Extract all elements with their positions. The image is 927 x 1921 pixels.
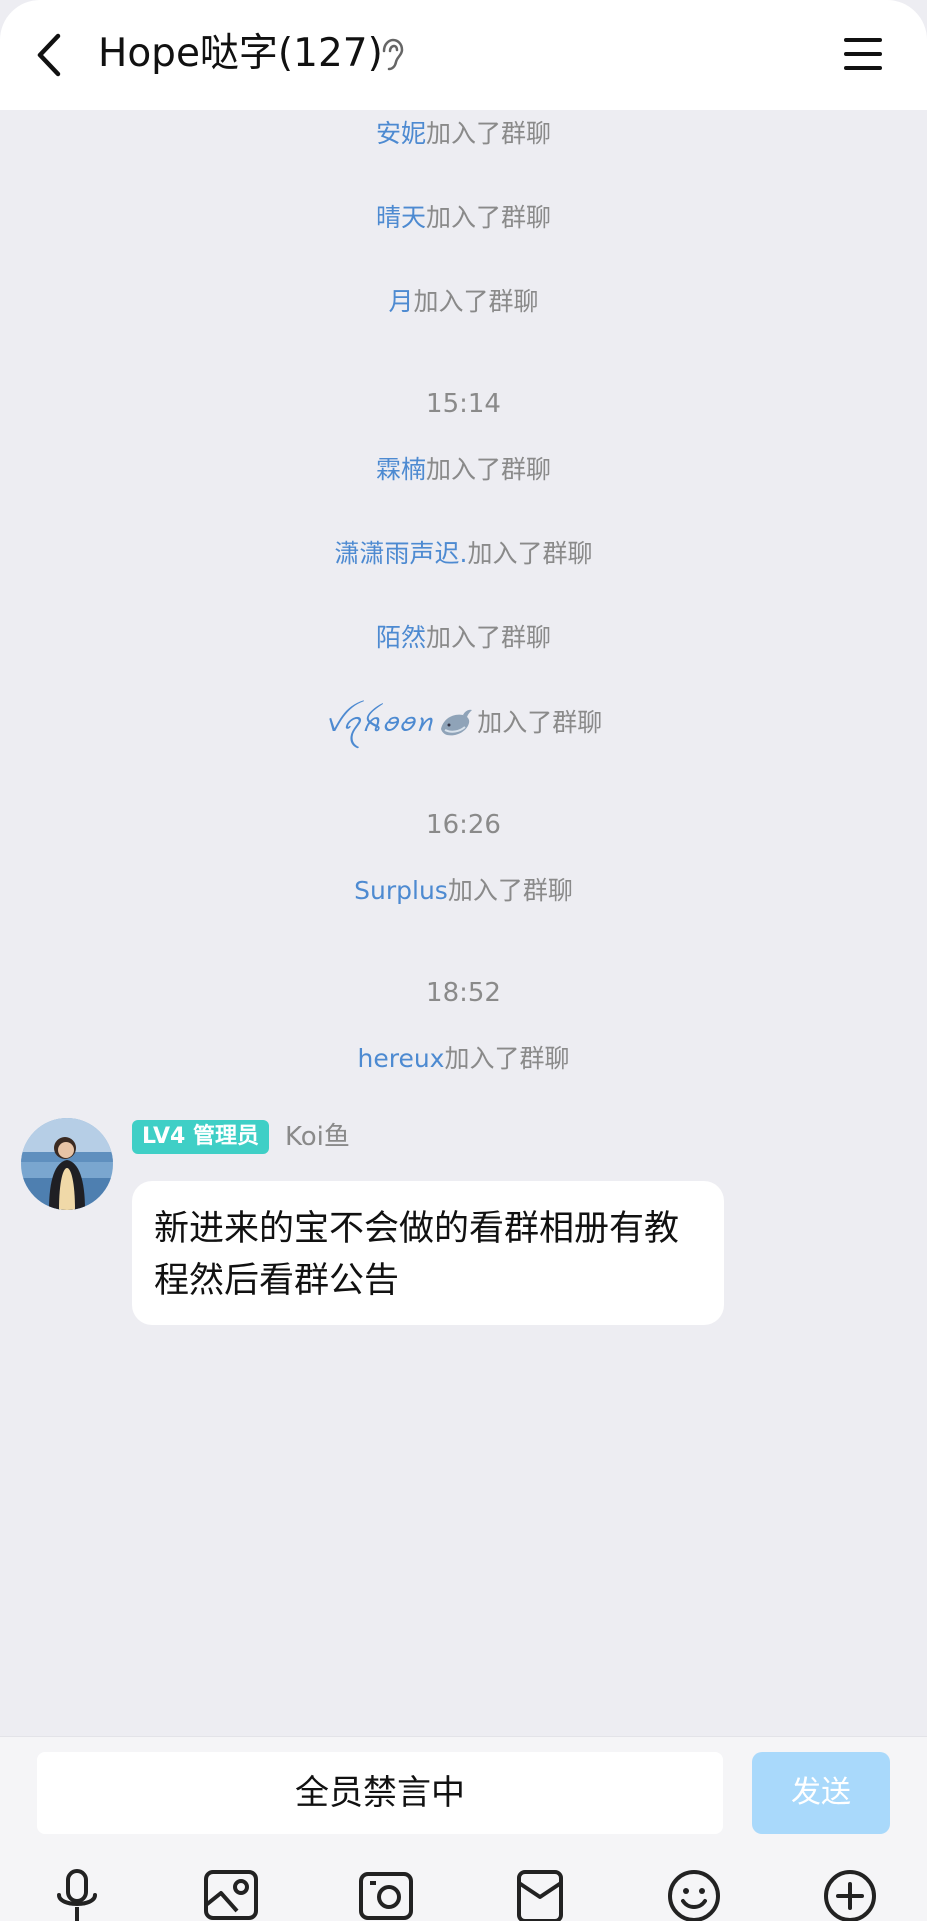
send-button[interactable]: 发送 (752, 1752, 890, 1834)
muted-status-field: 全员禁言中 (37, 1752, 723, 1834)
red-packet-icon[interactable] (510, 1867, 570, 1921)
plus-icon[interactable] (820, 1867, 880, 1921)
join-notice: 晴天加入了群聊 (375, 203, 552, 232)
menu-icon[interactable] (842, 34, 884, 74)
camera-icon[interactable] (356, 1867, 416, 1921)
join-notice: 霖楠加入了群聊 (375, 455, 552, 484)
member-name[interactable]: 安妮 (376, 119, 426, 148)
message-bubble[interactable]: 新进来的宝不会做的看群相册有教程然后看群公告 (132, 1181, 724, 1325)
member-name[interactable]: ꪜꪖꫝꪮꪮꪀ (325, 708, 434, 737)
join-notice: 陌然加入了群聊 (375, 623, 552, 652)
image-icon[interactable] (201, 1867, 261, 1921)
admin-badge: LV4 管理员 (132, 1120, 269, 1154)
join-notice: ꪜꪖꫝꪮꪮꪀ 加入了群聊 (0, 705, 927, 743)
chat-area[interactable]: 安妮加入了群聊 晴天加入了群聊 月加入了群聊 15:14 霖楠加入了群聊 潇潇雨… (0, 110, 927, 1736)
member-name[interactable]: 霖楠 (376, 455, 426, 484)
input-bar: 全员禁言中 发送 (0, 1736, 927, 1921)
chat-title[interactable]: Hope哒字(127) (98, 28, 383, 80)
ear-icon[interactable] (378, 38, 406, 72)
member-name[interactable]: 潇潇雨声迟. (335, 539, 468, 568)
member-name[interactable]: 晴天 (376, 203, 426, 232)
member-name[interactable]: Surplus (354, 876, 448, 905)
join-notice: Surplus加入了群聊 (354, 876, 573, 905)
join-notice: 安妮加入了群聊 (375, 119, 552, 148)
member-name[interactable]: 月 (388, 287, 413, 316)
member-name[interactable]: 陌然 (376, 623, 426, 652)
join-notice: hereux加入了群聊 (357, 1044, 570, 1073)
avatar[interactable] (21, 1118, 113, 1210)
chevron-left-icon[interactable] (30, 30, 70, 80)
microphone-icon[interactable] (47, 1867, 107, 1921)
sender-name[interactable]: Koi鱼 (285, 1120, 350, 1154)
timestamp: 15:14 (426, 389, 501, 419)
join-notice: 潇潇雨声迟.加入了群聊 (334, 539, 593, 568)
join-notice: 月加入了群聊 (388, 287, 539, 316)
chat-header: Hope哒字(127) (0, 0, 927, 110)
timestamp: 18:52 (426, 978, 501, 1008)
whale-icon (441, 709, 473, 736)
timestamp: 16:26 (426, 810, 501, 840)
emoji-icon[interactable] (664, 1867, 724, 1921)
member-name[interactable]: hereux (358, 1044, 445, 1073)
